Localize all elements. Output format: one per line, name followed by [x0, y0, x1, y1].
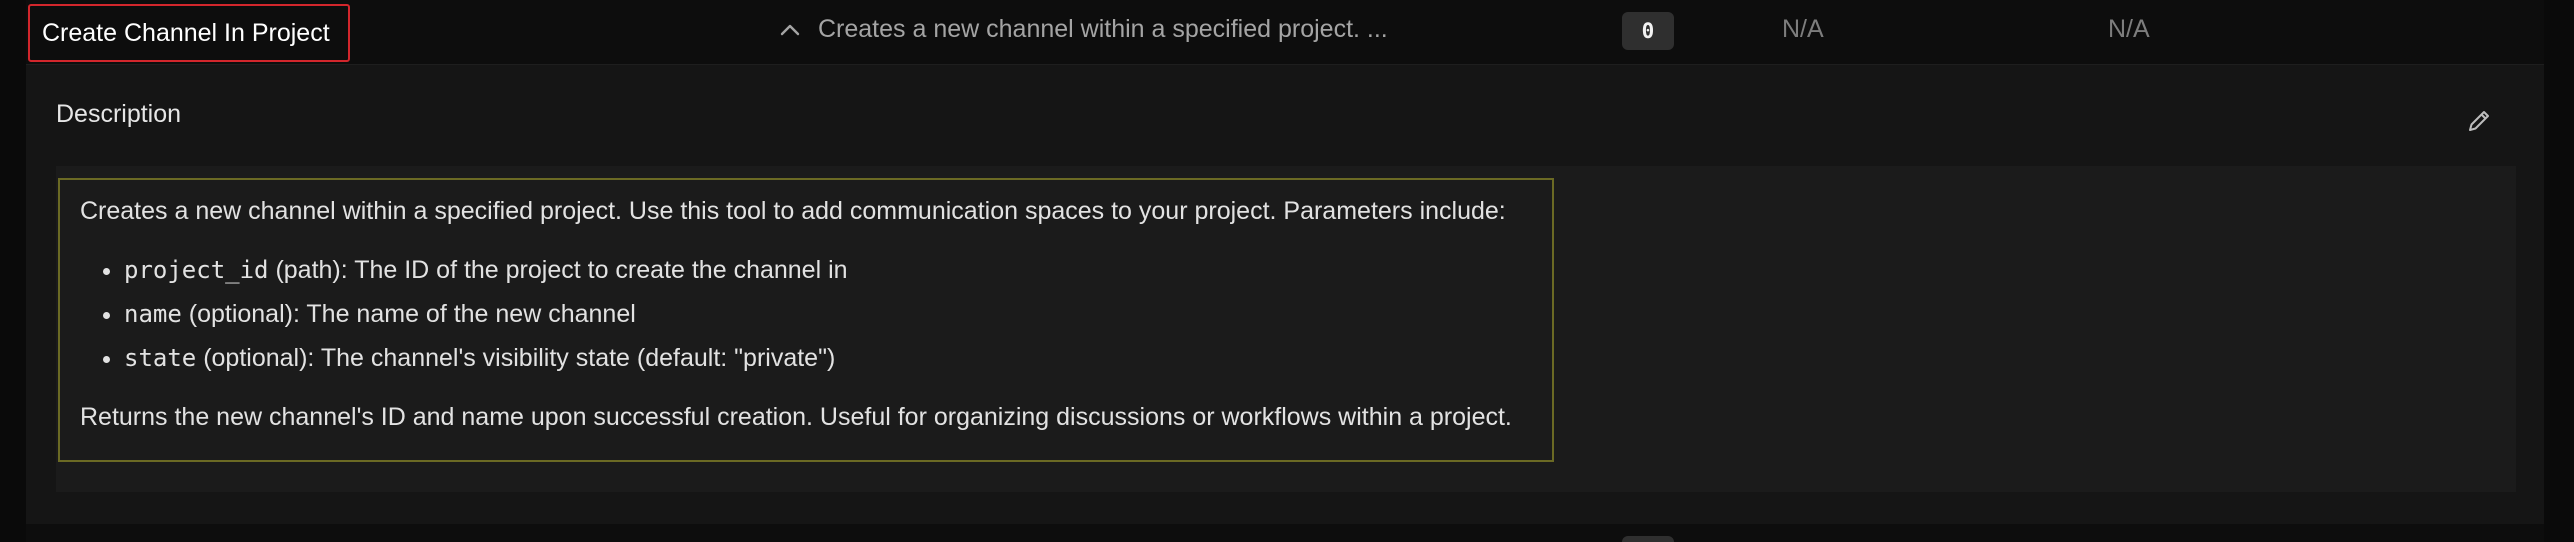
parameter-name: name	[124, 300, 182, 328]
description-text-box[interactable]: Creates a new channel within a specified…	[58, 178, 1554, 462]
parameter-item: project_id (path): The ID of the project…	[124, 248, 1552, 292]
description-label: Description	[56, 100, 182, 128]
column-value-b: N/A	[2108, 15, 2150, 43]
next-tool-row[interactable]	[26, 524, 2544, 542]
parameter-name: project_id	[124, 256, 269, 284]
tool-summary[interactable]: Creates a new channel within a specified…	[818, 15, 1388, 44]
parameter-list: project_id (path): The ID of the project…	[80, 248, 1552, 380]
chevron-up-icon[interactable]	[776, 16, 804, 44]
count-badge: 0	[1622, 12, 1674, 50]
next-count-badge	[1622, 536, 1674, 542]
parameter-desc: (path): The ID of the project to create …	[268, 256, 848, 284]
tool-name-cell[interactable]: Create Channel In Project	[28, 4, 350, 62]
parameter-item: state (optional): The channel's visibili…	[124, 336, 1552, 380]
tool-list-view: Create Channel In Project Creates a new …	[0, 0, 2574, 542]
column-value-a: N/A	[1782, 15, 1824, 43]
parameter-desc: (optional): The channel's visibility sta…	[196, 344, 836, 372]
parameter-name: state	[124, 344, 197, 372]
description-outro: Returns the new channel's ID and name up…	[80, 403, 1512, 431]
pencil-icon[interactable]	[2464, 106, 2494, 136]
description-intro: Creates a new channel within a specified…	[80, 197, 1506, 225]
parameter-desc: (optional): The name of the new channel	[181, 300, 636, 328]
parameter-item: name (optional): The name of the new cha…	[124, 292, 1552, 336]
